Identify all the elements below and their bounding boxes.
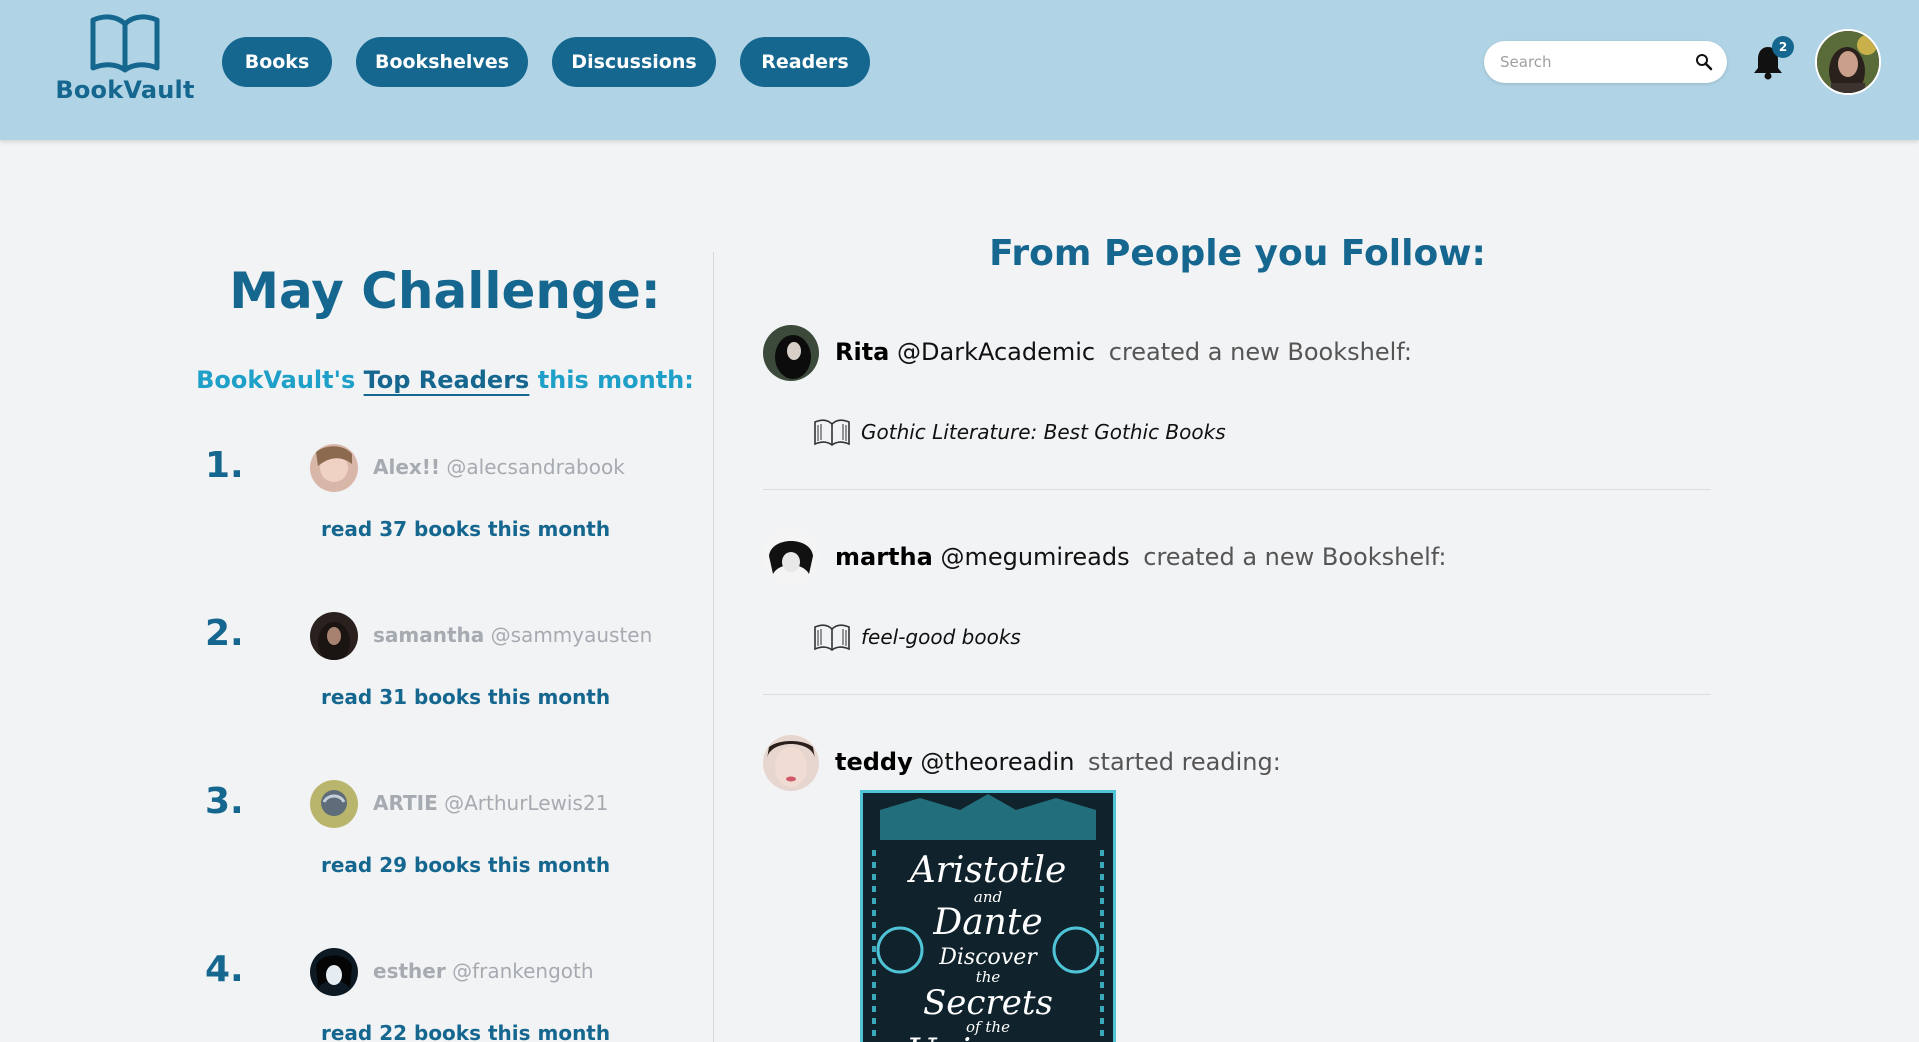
bookshelf-name: Gothic Literature: Best Gothic Books [861,420,1226,444]
bookshelf-link[interactable]: feel-good books [813,622,1021,652]
reader-avatar[interactable] [310,948,358,996]
rank-number: 2. [205,613,244,654]
feed-user-name[interactable]: Rita [835,338,889,366]
reader-books-count: read 31 books this month [321,685,611,709]
challenge-title: May Challenge: [229,262,661,320]
feed-title: From People you Follow: [989,233,1486,274]
feed-user-name[interactable]: teddy [835,748,913,776]
reader-avatar[interactable] [310,780,358,828]
feed-user-avatar[interactable] [763,530,819,586]
nav-books-button[interactable]: Books [222,37,332,87]
reader-books-count: read 29 books this month [321,853,611,877]
rank-number: 4. [205,949,244,990]
open-book-icon [814,419,850,446]
search-input[interactable] [1500,41,1690,83]
bookshelf-link[interactable]: Gothic Literature: Best Gothic Books [813,417,1226,447]
logo[interactable]: BookVault [55,12,195,112]
ranking-item: 3. ARTIE @ArthurLewis21 read 29 books th… [205,780,675,911]
feed-user-avatar[interactable] [763,735,819,791]
nav-discussions-button[interactable]: Discussions [552,37,716,87]
feed-user-handle[interactable]: @DarkAcademic [897,338,1095,366]
book-cover-art: Aristotle and Dante Discover the Secrets… [860,790,1116,1042]
subtitle-prefix: BookVault's [196,366,356,394]
cover-title-line: Aristotle [907,850,1067,891]
bookshelf-name: feel-good books [861,625,1021,649]
reader-name[interactable]: Alex!! @alecsandrabook [373,455,625,479]
cover-title-line: Secrets [923,983,1053,1023]
reader-name[interactable]: esther @frankengoth [373,959,594,983]
feed-user-handle[interactable]: @theoreadin [920,748,1074,776]
cover-title-line: Dante [932,902,1042,943]
cover-title-line: Universe [906,1032,1070,1042]
nav-readers-button[interactable]: Readers [740,37,870,87]
feed-divider [763,489,1711,490]
top-navigation-bar: BookVault Books Bookshelves Discussions … [0,0,1919,140]
top-readers-link[interactable]: Top Readers [364,366,530,394]
feed-activity-line: martha @megumireads created a new Booksh… [835,543,1446,571]
reader-avatar[interactable] [310,612,358,660]
ranking-item: 2. samantha @sammyausten read 31 books t… [205,612,675,743]
feed-user-avatar[interactable] [763,325,819,381]
reader-name[interactable]: ARTIE @ArthurLewis21 [373,791,608,815]
feed-activity-line: Rita @DarkAcademic created a new Bookshe… [835,338,1412,366]
reader-books-count: read 22 books this month [321,1021,611,1042]
feed-action-text: started reading: [1088,748,1281,776]
avatar-photo [1817,31,1879,93]
search-box [1484,41,1727,83]
book-cover[interactable]: Aristotle and Dante Discover the Secrets… [860,790,1116,1042]
rank-number: 3. [205,781,244,822]
open-book-icon [814,624,850,651]
nav-bookshelves-button[interactable]: Bookshelves [356,37,528,87]
feed-user-handle[interactable]: @megumireads [940,543,1129,571]
open-book-logo-icon [90,14,160,73]
feed-action-text: created a new Bookshelf: [1143,543,1447,571]
feed-action-text: created a new Bookshelf: [1108,338,1412,366]
notification-count-badge: 2 [1772,36,1794,58]
subtitle-suffix: this month: [537,366,694,394]
ranking-item: 4. esther @frankengoth read 22 books thi… [205,948,675,1042]
feed-activity-line: teddy @theoreadin started reading: [835,748,1281,776]
feed-divider [763,694,1711,695]
cover-title-line: Discover [938,945,1038,970]
reader-avatar[interactable] [310,444,358,492]
rank-number: 1. [205,445,244,486]
reader-books-count: read 37 books this month [321,517,611,541]
challenge-subtitle: BookVault's Top Readers this month: [150,366,740,394]
reader-name[interactable]: samantha @sammyausten [373,623,652,647]
feed-user-name[interactable]: martha [835,543,933,571]
logo-text: BookVault [55,76,195,104]
ranking-item: 1. Alex!! @alecsandrabook read 37 books … [205,444,675,575]
user-avatar[interactable] [1815,29,1881,95]
search-icon[interactable] [1695,53,1713,71]
